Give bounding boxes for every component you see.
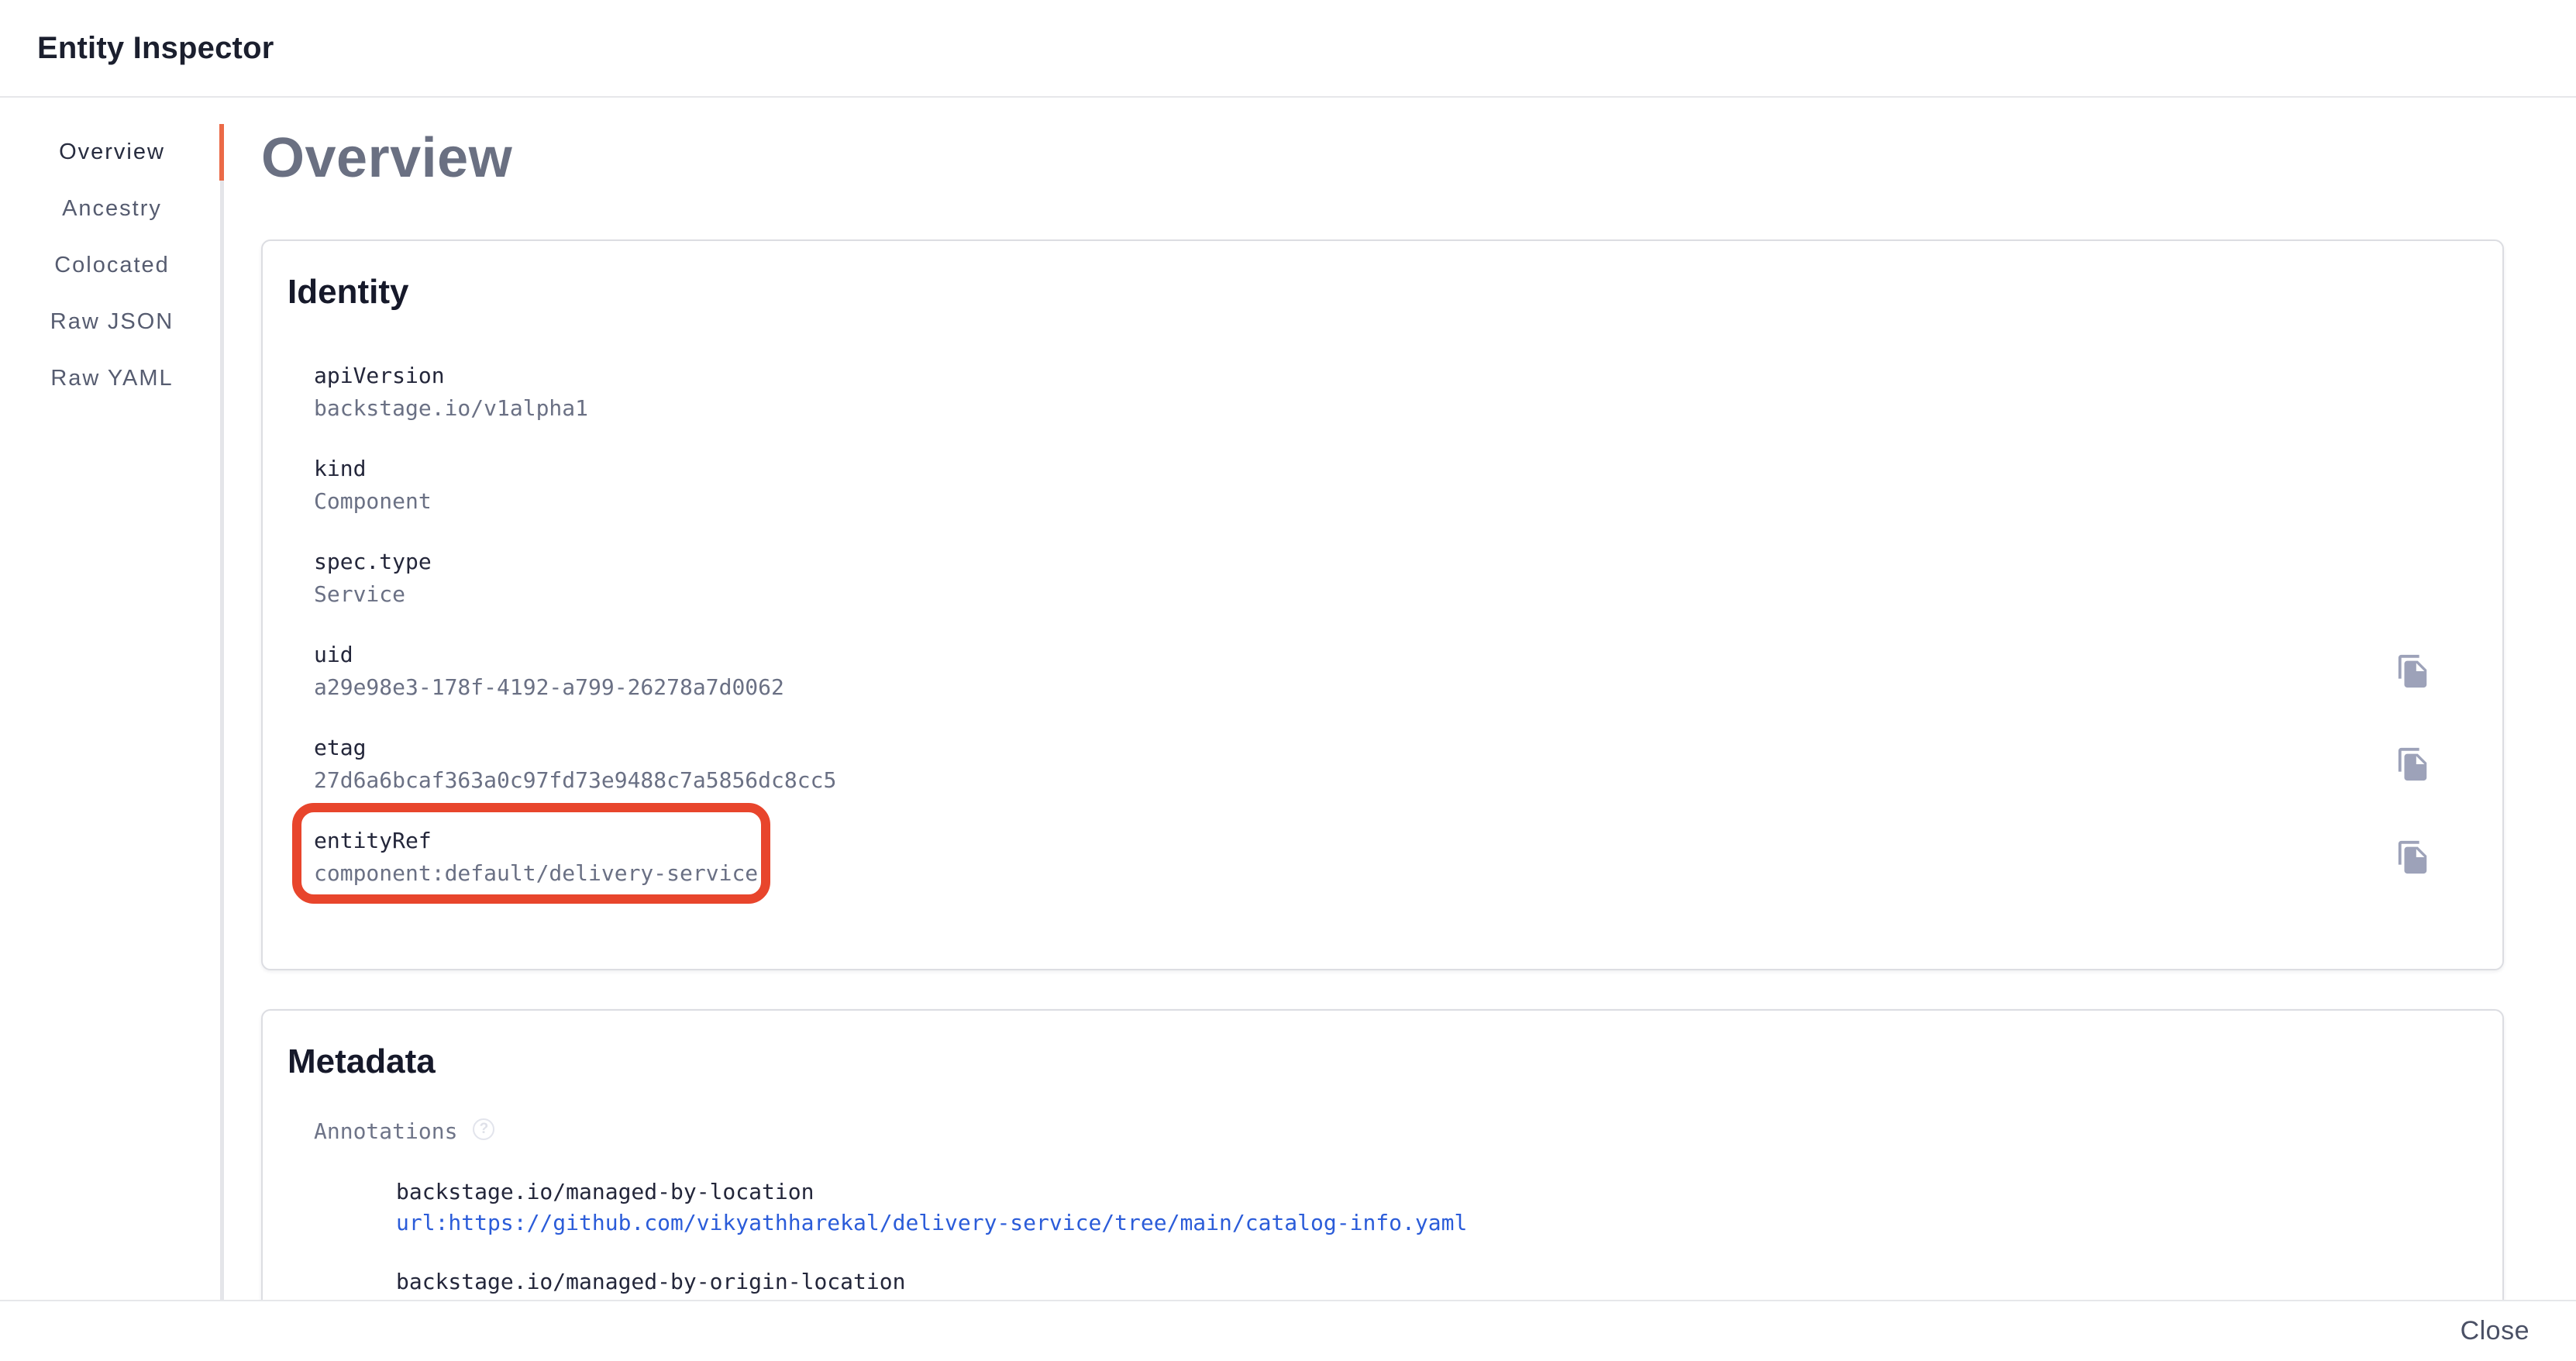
- dialog-header: Entity Inspector: [0, 0, 2576, 98]
- close-button[interactable]: Close: [2448, 1308, 2542, 1354]
- identity-card: Identity apiVersion backstage.io/v1alpha…: [261, 239, 2504, 970]
- page-title: Overview: [261, 126, 2504, 191]
- field-value: backstage.io/v1alpha1: [314, 394, 588, 423]
- identity-field-row: entityRef component:default/delivery-ser…: [314, 826, 2474, 888]
- field-label: kind: [314, 454, 432, 484]
- field-text: spec.type Service: [314, 547, 432, 609]
- annotation-entry: backstage.io/managed-by-origin-location …: [396, 1267, 2474, 1300]
- sidebar-tab[interactable]: Raw JSON: [0, 294, 224, 350]
- field-label: uid: [314, 640, 784, 670]
- sidebar-tab[interactable]: Overview: [0, 124, 224, 181]
- annotations-header: Annotations ?: [314, 1117, 2474, 1146]
- annotation-key: backstage.io/managed-by-location: [396, 1177, 2474, 1207]
- copy-icon: [2395, 746, 2431, 782]
- identity-field-row: kind Component: [314, 454, 2474, 516]
- copy-button[interactable]: [2395, 746, 2431, 782]
- field-label: etag: [314, 733, 836, 763]
- sidebar-tab[interactable]: Ancestry: [0, 181, 224, 237]
- field-text: apiVersion backstage.io/v1alpha1: [314, 361, 588, 423]
- identity-card-title: Identity: [288, 272, 2474, 313]
- field-text: etag 27d6a6bcaf363a0c97fd73e9488c7a5856d…: [314, 733, 836, 795]
- identity-field-row: spec.type Service: [314, 547, 2474, 609]
- field-text: entityRef component:default/delivery-ser…: [314, 826, 758, 888]
- dialog-footer: Close: [0, 1300, 2576, 1361]
- field-value: Component: [314, 487, 432, 516]
- metadata-card-title: Metadata: [288, 1042, 2474, 1083]
- identity-field-row: apiVersion backstage.io/v1alpha1: [314, 361, 2474, 423]
- sidebar-tab[interactable]: Colocated: [0, 237, 224, 294]
- field-value: component:default/delivery-service: [314, 859, 758, 888]
- annotations-label: Annotations: [314, 1117, 457, 1146]
- field-text: kind Component: [314, 454, 432, 516]
- sidebar-tab-label: Ancestry: [62, 196, 162, 222]
- field-value: a29e98e3-178f-4192-a799-26278a7d0062: [314, 673, 784, 702]
- copy-icon: [2395, 653, 2431, 689]
- copy-button[interactable]: [2395, 653, 2431, 689]
- copy-icon: [2395, 839, 2431, 875]
- identity-field-row: uid a29e98e3-178f-4192-a799-26278a7d0062: [314, 640, 2474, 702]
- field-label: spec.type: [314, 547, 432, 577]
- annotation-entry: backstage.io/managed-by-location url:htt…: [396, 1177, 2474, 1238]
- sidebar-tab-label: Overview: [59, 140, 165, 165]
- sidebar-tabs: Overview Ancestry Colocated Raw JSON Raw…: [0, 98, 224, 1300]
- identity-fields: apiVersion backstage.io/v1alpha1 kind: [314, 361, 2474, 888]
- metadata-card: Metadata Annotations ? backstage.io/mana…: [261, 1009, 2504, 1300]
- help-icon[interactable]: ?: [473, 1118, 494, 1140]
- identity-field-row: etag 27d6a6bcaf363a0c97fd73e9488c7a5856d…: [314, 733, 2474, 795]
- dialog-body: Overview Ancestry Colocated Raw JSON Raw…: [0, 98, 2576, 1300]
- sidebar-tab-label: Raw YAML: [50, 366, 173, 391]
- field-label: apiVersion: [314, 361, 588, 391]
- field-value: Service: [314, 580, 432, 609]
- field-label: entityRef: [314, 826, 758, 856]
- dialog-title: Entity Inspector: [37, 31, 274, 66]
- entity-inspector-dialog: Entity Inspector Overview Ancestry Coloc…: [0, 0, 2576, 1361]
- field-text: uid a29e98e3-178f-4192-a799-26278a7d0062: [314, 640, 784, 702]
- annotation-value-link[interactable]: url:https://github.com/vikyathharekal/de…: [396, 1208, 1467, 1238]
- field-value: 27d6a6bcaf363a0c97fd73e9488c7a5856dc8cc5: [314, 766, 836, 795]
- annotation-key: backstage.io/managed-by-origin-location: [396, 1267, 2474, 1297]
- sidebar-tab-label: Colocated: [54, 253, 170, 278]
- sidebar-tab[interactable]: Raw YAML: [0, 350, 224, 407]
- main-content: Overview Identity apiVersion backstage.i…: [224, 98, 2576, 1300]
- sidebar-tab-label: Raw JSON: [50, 309, 174, 335]
- annotations-list: backstage.io/managed-by-location url:htt…: [396, 1177, 2474, 1300]
- copy-button[interactable]: [2395, 839, 2431, 875]
